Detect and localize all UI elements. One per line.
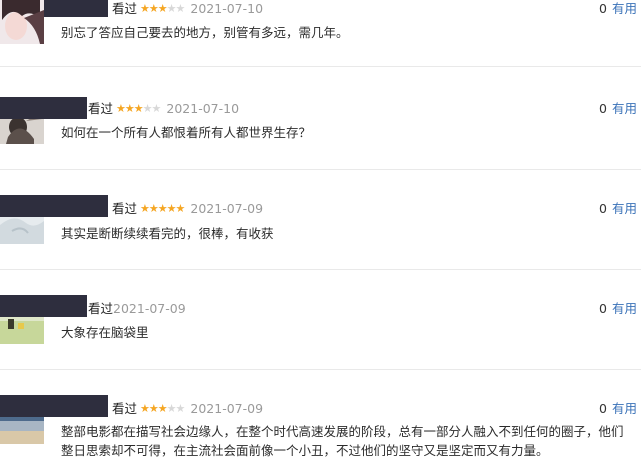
star-filled-icon: ★ [140,2,150,15]
useful-button[interactable]: 有用 [612,201,637,216]
star-rating: ★★★★★ [140,1,186,17]
username-redacted[interactable] [0,395,108,417]
review-item: 看过 ★★★★★ 2021-07-09 0 有用 其实是断断续续看完的，很棒，有收获 [0,195,641,269]
review-meta: 看过 ★★★★★ 2021-07-10 [112,1,263,17]
star-empty-icon: ★ [166,402,177,415]
watch-status: 看过 [112,401,138,416]
review-meta: 看过2021-07-09 [88,301,186,317]
star-filled-icon: ★ [133,102,144,115]
review-content: 大象存在脑袋里 [61,325,149,340]
review-meta: 看过 ★★★★★ 2021-07-10 [88,101,239,117]
useful-vote: 0 有用 [599,301,637,317]
star-empty-icon: ★ [166,2,177,15]
useful-count: 0 [599,201,607,216]
review-item: 看过 ★★★★★ 2021-07-09 0 有用 整部电影都在描写社会边缘人，在整个时… [0,395,641,465]
username-redacted[interactable] [0,97,87,119]
star-empty-icon: ★ [175,402,186,415]
star-filled-icon: ★ [116,102,126,115]
username-redacted[interactable] [0,195,108,217]
review-item: 看过 ★★★★★ 2021-07-10 0 有用 别忘了答应自己要去的地方，别管有多远… [0,0,641,66]
useful-vote: 0 有用 [599,1,637,17]
review-date: 2021-07-10 [190,1,264,16]
watch-status: 看过 [88,301,114,316]
useful-button[interactable]: 有用 [612,301,637,316]
star-empty-icon: ★ [175,2,186,15]
star-rating: ★★★★★ [116,101,162,117]
useful-button[interactable]: 有用 [612,1,637,16]
review-item: 看过 ★★★★★ 2021-07-10 0 有用 如何在一个所有人都恨着所有人都世界生… [0,97,641,169]
review-date: 2021-07-09 [113,301,186,316]
review-content: 别忘了答应自己要去的地方，别管有多远，需几年。 [61,25,349,40]
star-empty-icon: ★ [142,102,153,115]
watch-status: 看过 [88,101,114,116]
divider [0,66,641,67]
useful-count: 0 [599,301,607,316]
review-date: 2021-07-09 [190,201,264,216]
divider [0,369,641,370]
star-filled-icon: ★ [140,402,150,415]
useful-count: 0 [599,101,607,116]
useful-button[interactable]: 有用 [612,401,637,416]
star-filled-icon: ★ [175,202,186,215]
star-filled-icon: ★ [148,2,159,15]
useful-count: 0 [599,401,607,416]
star-filled-icon: ★ [166,202,177,215]
divider [0,169,641,170]
star-filled-icon: ★ [124,102,135,115]
star-rating: ★★★★★ [140,401,186,417]
review-meta: 看过 ★★★★★ 2021-07-09 [112,401,263,417]
star-filled-icon: ★ [157,2,168,15]
useful-button[interactable]: 有用 [612,101,637,116]
review-meta: 看过 ★★★★★ 2021-07-09 [112,201,263,217]
useful-vote: 0 有用 [599,201,637,217]
star-filled-icon: ★ [157,402,168,415]
username-redacted[interactable] [0,295,87,317]
review-date: 2021-07-09 [190,401,264,416]
useful-vote: 0 有用 [599,101,637,117]
review-item: 看过2021-07-09 0 有用 大象存在脑袋里 [0,295,641,367]
useful-count: 0 [599,1,607,16]
review-date: 2021-07-10 [166,101,240,116]
star-filled-icon: ★ [148,202,159,215]
useful-vote: 0 有用 [599,401,637,417]
watch-status: 看过 [112,201,138,216]
review-content: 其实是断断续续看完的，很棒，有收获 [61,226,274,241]
review-content: 如何在一个所有人都恨着所有人都世界生存？ [61,125,312,140]
divider [0,269,641,270]
watch-status: 看过 [112,1,138,16]
avatar[interactable] [0,0,44,44]
review-content: 整部电影都在描写社会边缘人，在整个时代高速发展的阶段，总有一部分人融入不到任何的… [61,424,624,458]
star-filled-icon: ★ [157,202,168,215]
username-redacted[interactable] [44,0,108,17]
star-filled-icon: ★ [140,202,150,215]
star-filled-icon: ★ [148,402,159,415]
star-empty-icon: ★ [151,102,162,115]
star-rating: ★★★★★ [140,201,186,217]
